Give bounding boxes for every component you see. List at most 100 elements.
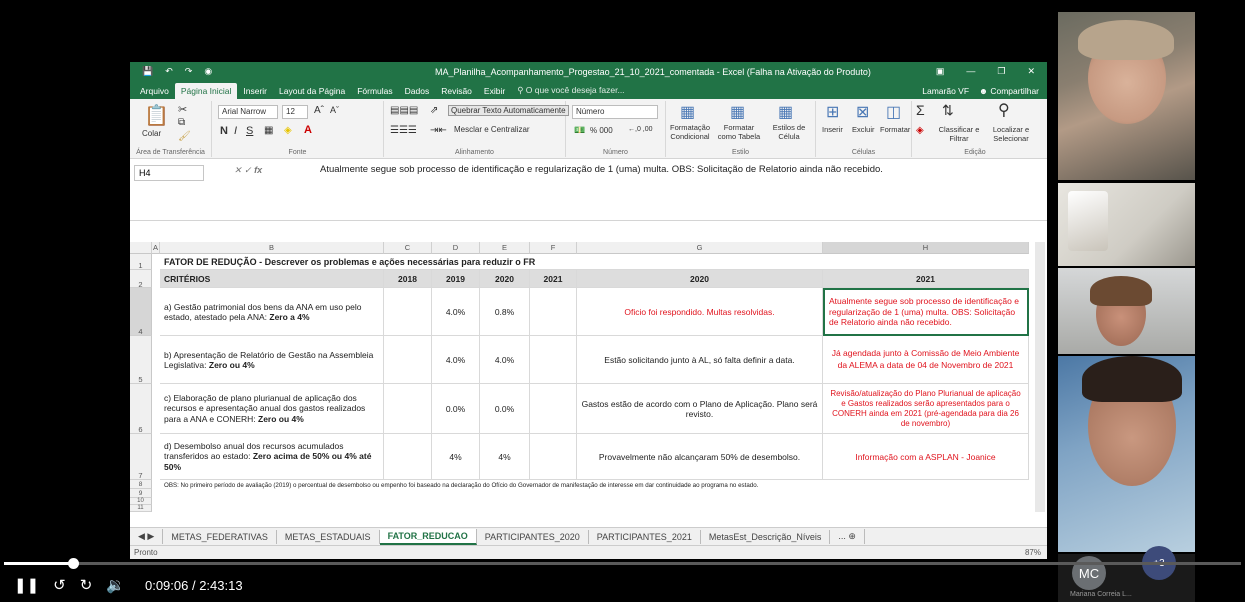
participant-video-2[interactable] bbox=[1058, 183, 1195, 266]
row-header-2[interactable]: 2 bbox=[130, 270, 152, 289]
copy-icon[interactable]: ⧉ bbox=[178, 117, 185, 128]
cell-h-note[interactable]: Revisão/atualização do Plano Plurianual … bbox=[823, 384, 1029, 434]
column-header-f[interactable]: F bbox=[530, 242, 577, 254]
format-table-button[interactable]: Formatar como Tabela bbox=[716, 123, 762, 141]
cell-2018[interactable] bbox=[384, 434, 432, 480]
paste-button[interactable]: Colar bbox=[142, 129, 161, 138]
sort-filter-icon[interactable]: ⇅ bbox=[942, 102, 954, 119]
cell-g-note[interactable]: Estão solicitando junto à AL, só falta d… bbox=[577, 336, 823, 384]
tab-pagina-inicial[interactable]: Página Inicial bbox=[174, 83, 238, 99]
sheet-tab-participantes-2020[interactable]: PARTICIPANTES_2020 bbox=[477, 529, 589, 544]
user-name[interactable]: Lamarão VF bbox=[922, 86, 969, 96]
vertical-scrollbar[interactable] bbox=[1035, 242, 1045, 512]
cell-g-note[interactable]: Oficio foi respondido. Multas resolvidas… bbox=[577, 288, 823, 336]
forward-10-icon[interactable]: ↻ bbox=[80, 576, 93, 594]
cell-h-note[interactable]: Já agendada junto à Comissão de Meio Amb… bbox=[823, 336, 1029, 384]
number-format-select[interactable]: Número bbox=[572, 105, 658, 119]
tell-me-box[interactable]: ⚲ O que você deseja fazer... bbox=[511, 82, 630, 99]
align-left-icon[interactable]: ☰☰☰ bbox=[390, 125, 417, 136]
tab-exibir[interactable]: Exibir bbox=[478, 83, 511, 99]
cell-2021[interactable] bbox=[530, 336, 577, 384]
header-2019[interactable]: 2019 bbox=[432, 270, 480, 288]
cell-2020[interactable]: 0.8% bbox=[480, 288, 530, 336]
header-2018[interactable]: 2018 bbox=[384, 270, 432, 288]
undo-icon[interactable]: ↶ bbox=[165, 66, 173, 77]
insert-cells-icon[interactable]: ⊞ bbox=[826, 102, 839, 122]
autosum-icon[interactable]: Σ bbox=[916, 102, 925, 118]
row-header-1[interactable]: 1 bbox=[130, 254, 152, 270]
participant-video-1[interactable] bbox=[1058, 12, 1195, 180]
row-header-10[interactable]: 10 bbox=[130, 498, 152, 505]
cell-2019[interactable]: 0.0% bbox=[432, 384, 480, 434]
clear-icon[interactable]: ◈ bbox=[916, 125, 924, 136]
row-header-11[interactable]: 11 bbox=[130, 505, 152, 512]
tab-formulas[interactable]: Fórmulas bbox=[351, 83, 398, 99]
column-header-d[interactable]: D bbox=[432, 242, 480, 254]
cell-2021[interactable] bbox=[530, 288, 577, 336]
close-icon[interactable]: ✕ bbox=[1027, 66, 1035, 77]
conditional-format-icon[interactable]: ▦ bbox=[680, 102, 695, 122]
more-sheets-icon[interactable]: ... ⊕ bbox=[830, 529, 865, 544]
select-all-corner[interactable] bbox=[130, 242, 152, 254]
column-header-e[interactable]: E bbox=[480, 242, 530, 254]
row-header-9[interactable]: 9 bbox=[130, 489, 152, 498]
volume-icon[interactable]: 🔉 bbox=[106, 576, 125, 594]
video-progress-bar[interactable] bbox=[0, 558, 1245, 569]
column-header-c[interactable]: C bbox=[384, 242, 432, 254]
row-header-8[interactable]: 8 bbox=[130, 480, 152, 489]
currency-icon[interactable]: 💵 bbox=[574, 125, 585, 136]
row-header-4[interactable]: 4 bbox=[130, 288, 152, 336]
delete-cells-icon[interactable]: ⊠ bbox=[856, 102, 869, 122]
sheet-tab-participantes-2021[interactable]: PARTICIPANTES_2021 bbox=[589, 529, 701, 544]
cell-2018[interactable] bbox=[384, 336, 432, 384]
format-cells-icon[interactable]: ◫ bbox=[886, 102, 901, 122]
decimal-icon[interactable]: ←,0 ,00 bbox=[628, 126, 653, 133]
row-header-7[interactable]: 7 bbox=[130, 434, 152, 480]
column-header-g[interactable]: G bbox=[577, 242, 823, 254]
font-size-select[interactable]: 12 bbox=[282, 105, 308, 119]
bold-icon[interactable]: N bbox=[220, 125, 228, 137]
cell-2019[interactable]: 4% bbox=[432, 434, 480, 480]
find-icon[interactable]: ⚲ bbox=[998, 100, 1010, 120]
criteria-cell-a[interactable]: a) Gestão patrimonial dos bens da ANA em… bbox=[160, 288, 384, 336]
header-h-2021[interactable]: 2021 bbox=[823, 270, 1029, 288]
criteria-cell-c[interactable]: c) Elaboração de plano plurianual de apl… bbox=[160, 384, 384, 434]
cell-styles-icon[interactable]: ▦ bbox=[778, 102, 793, 122]
name-box[interactable]: H4 bbox=[134, 165, 204, 181]
italic-icon[interactable]: I bbox=[234, 125, 237, 137]
align-top-icon[interactable]: ▤▤▤ bbox=[390, 105, 418, 116]
restore-icon[interactable]: ❐ bbox=[997, 66, 1005, 77]
redo-icon[interactable]: ↷ bbox=[185, 66, 193, 77]
row-header-5[interactable]: 5 bbox=[130, 336, 152, 384]
find-select-button[interactable]: Localizar e Selecionar bbox=[986, 125, 1036, 143]
header-2020[interactable]: 2020 bbox=[480, 270, 530, 288]
ribbon-display-icon[interactable]: ▣ bbox=[936, 66, 945, 77]
participant-video-3[interactable] bbox=[1058, 268, 1195, 354]
participant-video-4[interactable] bbox=[1058, 356, 1195, 552]
column-header-b[interactable]: B bbox=[160, 242, 384, 254]
cell-2020[interactable]: 0.0% bbox=[480, 384, 530, 434]
fill-color-icon[interactable]: ◈ bbox=[284, 125, 292, 136]
format-cells-button[interactable]: Formatar bbox=[880, 125, 910, 134]
function-icon[interactable]: ✕ ✓ fx bbox=[234, 165, 262, 176]
cell-2020[interactable]: 4% bbox=[480, 434, 530, 480]
touch-mode-icon[interactable]: ◉ bbox=[204, 66, 212, 77]
cell-2019[interactable]: 4.0% bbox=[432, 336, 480, 384]
header-criterios[interactable]: CRITÉRIOS bbox=[160, 270, 384, 288]
cell-2020[interactable]: 4.0% bbox=[480, 336, 530, 384]
sheet-tab-fator-reducao[interactable]: FATOR_REDUCAO bbox=[379, 528, 477, 545]
criteria-cell-d[interactable]: d) Desembolso anual dos recursos acumula… bbox=[160, 434, 384, 480]
format-painter-icon[interactable]: 🖌 bbox=[178, 131, 191, 142]
shrink-font-icon[interactable]: Aˇ bbox=[330, 105, 339, 115]
cut-icon[interactable]: ✂ bbox=[178, 103, 187, 116]
sheet-tab-metasest-niveis[interactable]: MetasEst_Descrição_Níveis bbox=[701, 529, 831, 544]
progress-knob[interactable] bbox=[68, 558, 80, 569]
cell-2021[interactable] bbox=[530, 434, 577, 480]
tab-dados[interactable]: Dados bbox=[399, 83, 436, 99]
tab-inserir[interactable]: Inserir bbox=[237, 83, 273, 99]
column-header-h[interactable]: H bbox=[823, 242, 1029, 254]
underline-icon[interactable]: S bbox=[246, 125, 253, 137]
save-icon[interactable]: 💾 bbox=[142, 66, 153, 77]
cell-h-note[interactable]: Informação com a ASPLAN - Joanice bbox=[823, 434, 1029, 480]
pause-icon[interactable]: ❚❚ bbox=[14, 576, 39, 594]
